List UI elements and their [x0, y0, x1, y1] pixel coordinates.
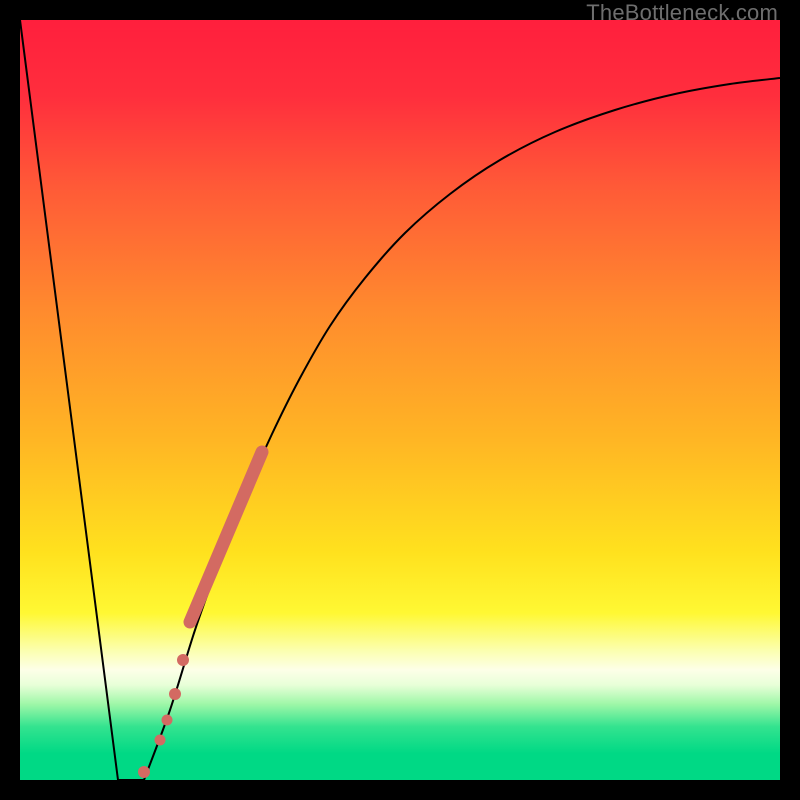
dot-0: [138, 766, 150, 778]
chart-frame: TheBottleneck.com: [0, 0, 800, 800]
dot-2: [162, 715, 173, 726]
watermark-text: TheBottleneck.com: [586, 0, 778, 26]
bottleneck-curve: [20, 20, 780, 780]
dots-dense-segment: [190, 452, 262, 622]
plot-area: [20, 20, 780, 780]
dot-4: [177, 654, 189, 666]
curve-layer: [20, 20, 780, 780]
scatter-dots: [138, 452, 262, 778]
curve-path: [20, 20, 780, 780]
dot-3: [169, 688, 181, 700]
dot-1: [155, 735, 166, 746]
